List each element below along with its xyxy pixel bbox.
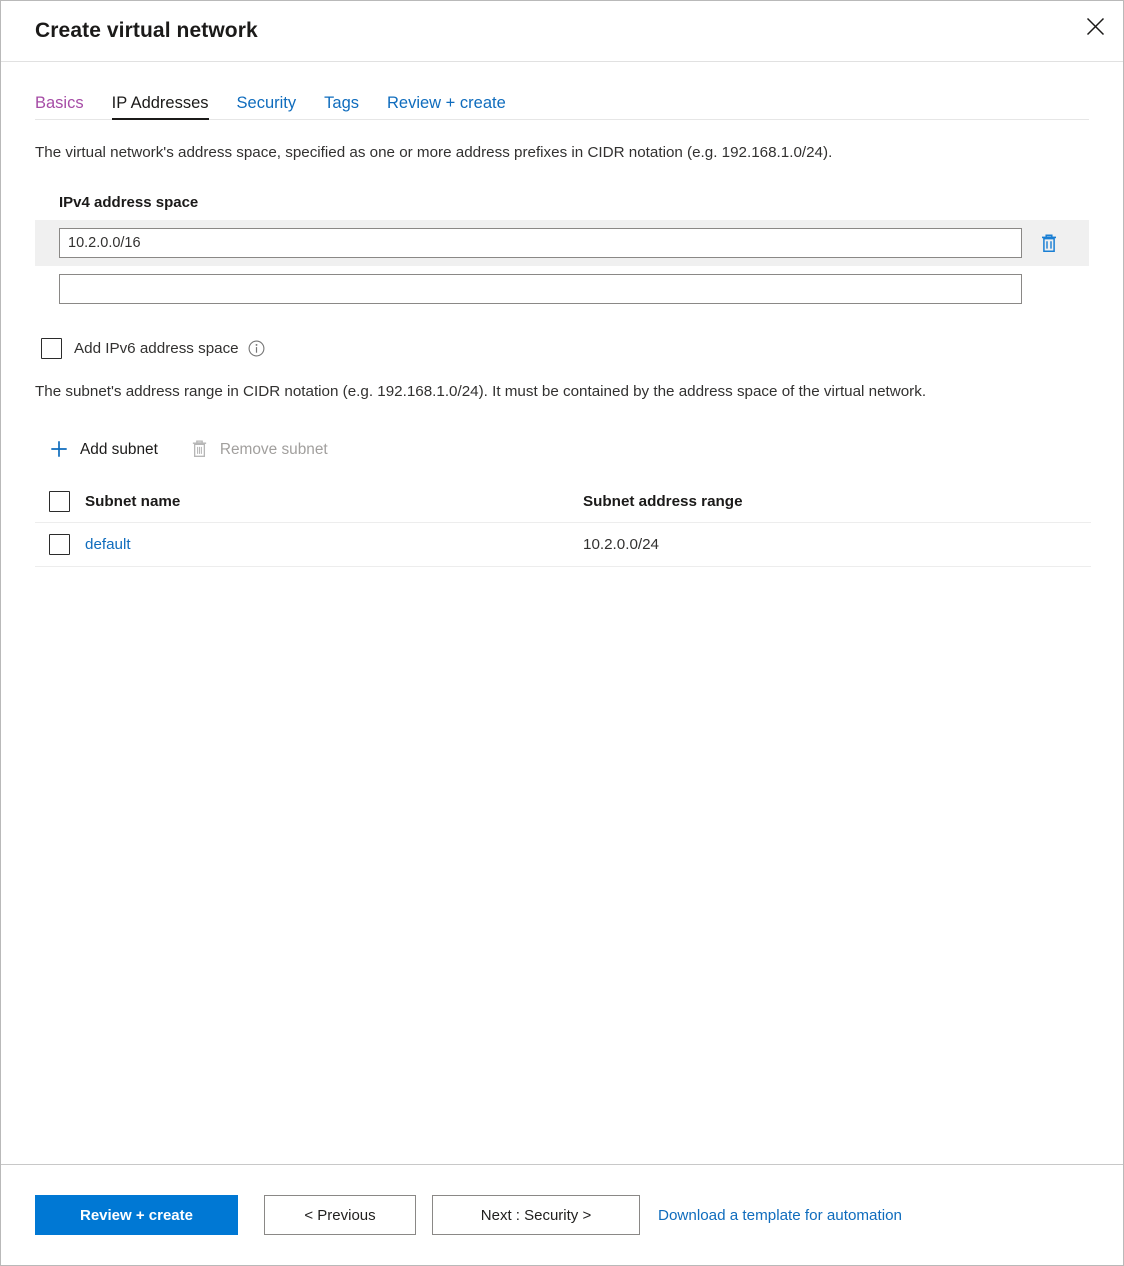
next-button[interactable]: Next : Security > [432,1195,640,1235]
create-virtual-network-blade: Create virtual network Basics IP Address… [0,0,1124,1266]
subnet-name-link[interactable]: default [85,536,131,553]
page-title: Create virtual network [35,19,258,43]
ipv4-address-space-label: IPv4 address space [59,194,1089,211]
remove-subnet-label: Remove subnet [220,441,328,459]
tab-basics[interactable]: Basics [35,95,84,121]
previous-button[interactable]: < Previous [264,1195,416,1235]
subnet-select-all-cell [35,491,73,512]
tab-tags[interactable]: Tags [324,95,359,121]
subnet-toolbar: Add subnet Remove subnet [49,433,1089,467]
add-ipv6-label[interactable]: Add IPv6 address space [74,340,239,357]
column-header-subnet-address-range: Subnet address range [583,493,1091,510]
subnet-table: Subnet name Subnet address range default… [35,481,1091,567]
ipv4-address-row-empty [35,266,1089,312]
subnet-row-checkbox[interactable] [49,534,70,555]
subnet-description: The subnet's address range in CIDR notat… [35,381,1089,403]
blade-footer: Review + create < Previous Next : Securi… [1,1164,1123,1265]
add-subnet-button[interactable]: Add subnet [49,433,158,467]
ipv4-address-space-rows [35,220,1089,312]
tab-security[interactable]: Security [237,95,297,121]
add-ipv6-address-space-row: Add IPv6 address space [41,338,1089,359]
download-template-link[interactable]: Download a template for automation [658,1207,902,1224]
ipv4-address-row [35,220,1089,266]
blade-body: Basics IP Addresses Security Tags Review… [1,62,1123,1164]
tab-ip-addresses[interactable]: IP Addresses [112,95,209,121]
subnet-row-select-cell [35,534,73,555]
subnet-name-cell: default [73,536,583,553]
tab-review-create[interactable]: Review + create [387,95,506,121]
tabstrip: Basics IP Addresses Security Tags Review… [35,62,1089,120]
address-space-description: The virtual network's address space, spe… [35,142,1089,164]
subnet-select-all-checkbox[interactable] [49,491,70,512]
table-row: default 10.2.0.0/24 [35,523,1091,567]
plus-icon [49,439,69,462]
close-icon[interactable] [1073,4,1117,48]
ipv4-address-input-new[interactable] [59,274,1022,304]
ipv4-address-input[interactable] [59,228,1022,258]
trash-icon[interactable] [1036,230,1062,256]
add-ipv6-checkbox[interactable] [41,338,62,359]
column-header-subnet-name: Subnet name [73,493,583,510]
subnet-address-range-cell: 10.2.0.0/24 [583,536,1091,553]
add-subnet-label: Add subnet [80,441,158,459]
subnet-table-header: Subnet name Subnet address range [35,481,1091,523]
info-icon[interactable] [248,340,265,357]
review-create-button[interactable]: Review + create [35,1195,238,1235]
blade-header: Create virtual network [1,1,1123,62]
trash-icon [190,439,209,462]
remove-subnet-button[interactable]: Remove subnet [190,433,328,467]
